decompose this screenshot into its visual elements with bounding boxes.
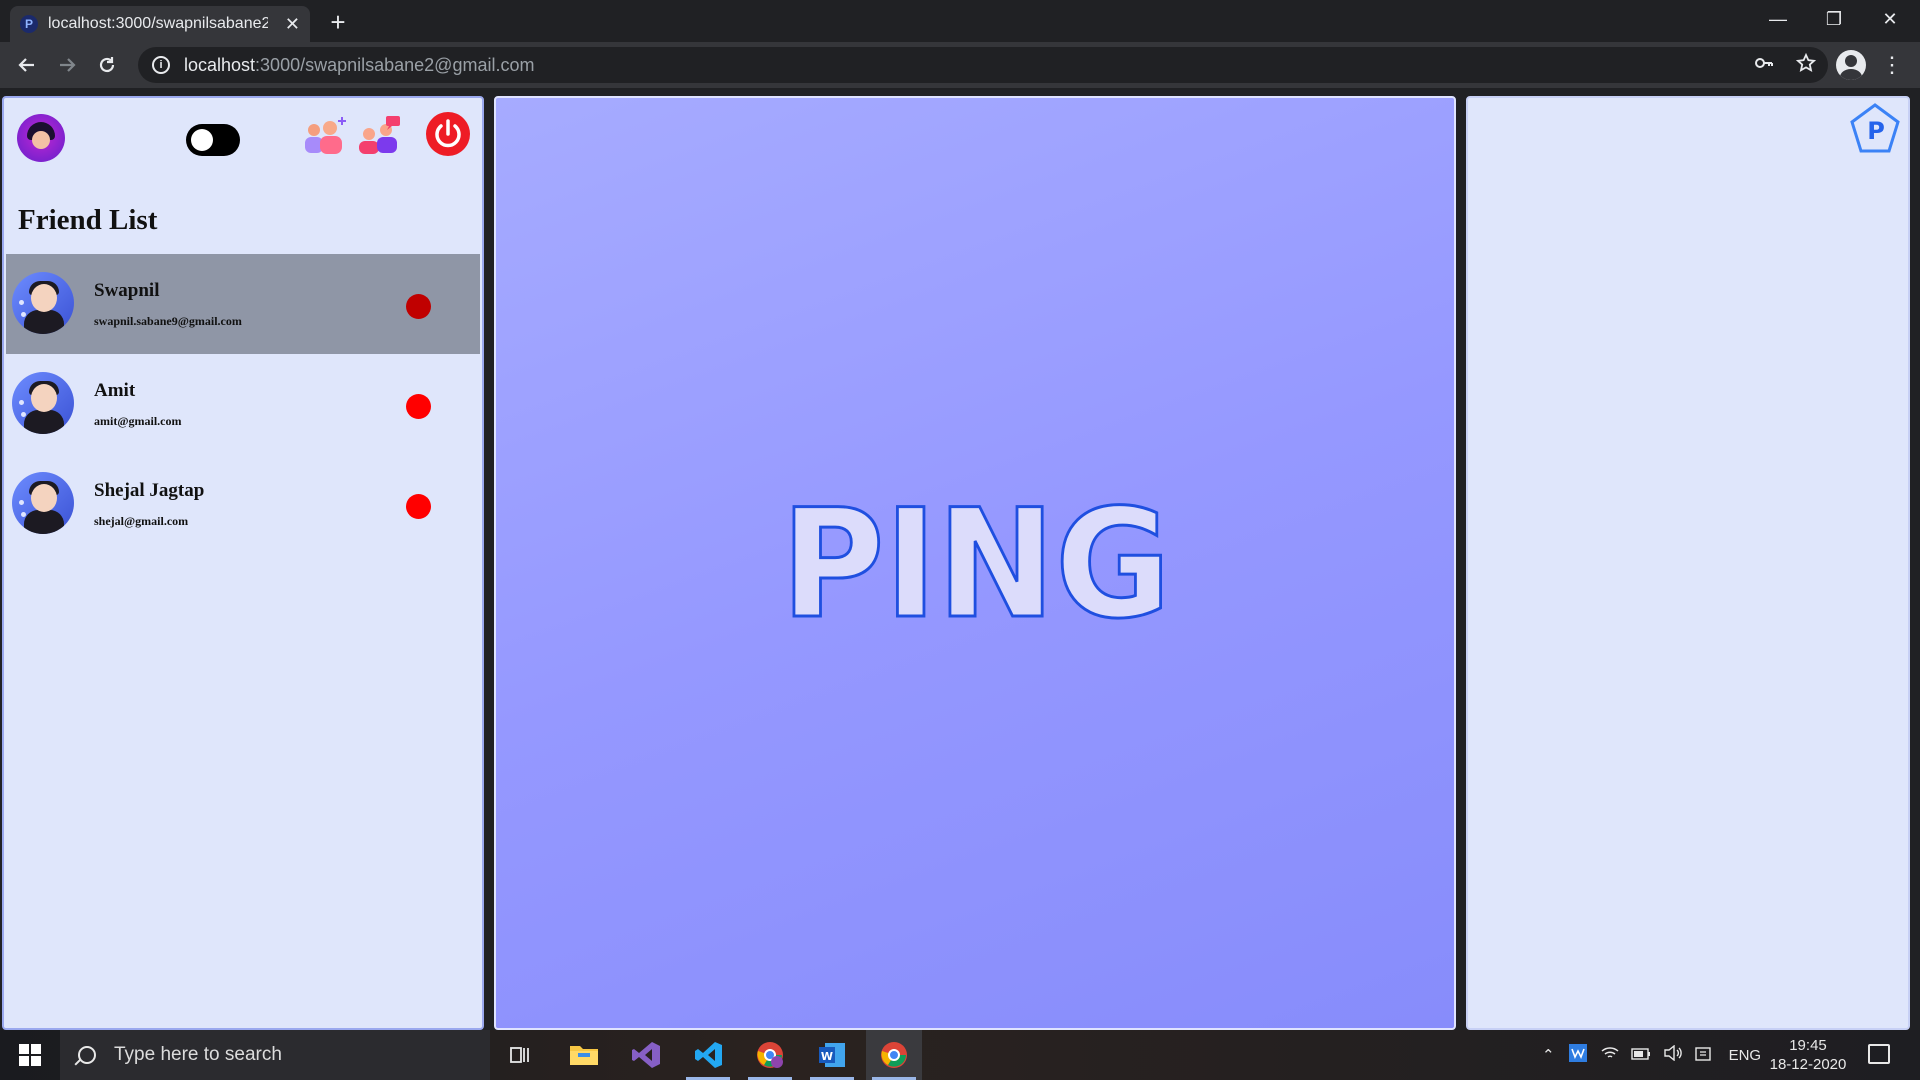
profile-avatar-icon[interactable] xyxy=(1836,50,1866,80)
clock[interactable]: 19:45 18-12-2020 xyxy=(1760,1036,1856,1074)
add-friend-icon[interactable] xyxy=(302,114,348,154)
friend-sidebar: Friend List Swapnil swapnil.sabane9@gmail… xyxy=(2,96,484,1030)
volume-icon[interactable] xyxy=(1663,1044,1683,1065)
task-view-button[interactable] xyxy=(492,1030,548,1080)
chrome-profile-button[interactable] xyxy=(742,1030,798,1080)
friend-email: swapnil.sabane9@gmail.com xyxy=(94,314,242,328)
ping-logo: PING xyxy=(780,498,1173,628)
reload-button[interactable] xyxy=(90,48,124,82)
favicon-icon: P xyxy=(20,15,38,33)
reload-icon xyxy=(99,57,115,73)
clock-date: 18-12-2020 xyxy=(1769,1056,1847,1073)
notification-icon[interactable] xyxy=(1868,1044,1890,1064)
toggle-knob xyxy=(191,129,213,151)
start-button[interactable] xyxy=(0,1030,60,1080)
app-tray-icon[interactable] xyxy=(1568,1044,1587,1066)
address-bar[interactable]: i localhost:3000/swapnilsabane2@gmail.co… xyxy=(138,47,1828,83)
friend-item[interactable]: Swapnil swapnil.sabane9@gmail.com xyxy=(6,254,480,354)
forward-arrow-icon xyxy=(60,58,76,72)
svg-text:W: W xyxy=(821,1050,833,1063)
back-arrow-icon xyxy=(18,58,34,72)
close-tab-icon[interactable]: ✕ xyxy=(285,14,300,35)
theme-toggle[interactable] xyxy=(186,124,240,156)
friend-avatar xyxy=(12,472,74,534)
battery-icon[interactable] xyxy=(1630,1047,1651,1064)
status-indicator xyxy=(406,394,431,419)
friend-name: Swapnil xyxy=(94,280,160,301)
logout-power-button[interactable] xyxy=(426,112,470,156)
windows-logo-icon xyxy=(19,1044,41,1066)
new-tab-button[interactable]: + xyxy=(322,6,354,38)
vscode-button[interactable] xyxy=(680,1030,736,1080)
browser-tabstrip: P localhost:3000/swapnilsabane2@ ✕ + — ❐… xyxy=(0,0,1920,42)
friend-name: Amit xyxy=(94,380,136,401)
friend-avatar xyxy=(12,372,74,434)
language-indicator[interactable]: ENG xyxy=(1729,1047,1762,1064)
friend-email: shejal@gmail.com xyxy=(94,514,189,528)
chrome-icon xyxy=(881,1042,907,1068)
clock-time: 19:45 xyxy=(1789,1037,1827,1054)
status-indicator xyxy=(406,294,431,319)
user-avatar[interactable] xyxy=(17,114,65,162)
word-button[interactable]: W xyxy=(804,1030,860,1080)
info-panel: P xyxy=(1466,96,1910,1030)
friend-item[interactable]: Shejal Jagtap shejal@gmail.com xyxy=(6,454,480,554)
taskbar-search[interactable]: Type here to search xyxy=(60,1030,490,1080)
search-icon xyxy=(78,1046,96,1064)
key-icon[interactable] xyxy=(1754,53,1774,78)
windows-taskbar: Type here to search W ⌃ ENG 19:45 18-12-… xyxy=(0,1030,1920,1080)
restore-button[interactable]: ❐ xyxy=(1806,0,1862,38)
meet-now-icon[interactable] xyxy=(1694,1045,1713,1065)
window-close-button[interactable]: ✕ xyxy=(1862,0,1918,38)
chrome-profile-icon xyxy=(757,1042,783,1068)
bookmark-star-icon[interactable] xyxy=(1795,52,1817,78)
power-icon xyxy=(435,119,461,148)
task-view-icon xyxy=(510,1047,529,1063)
system-tray: ⌃ ENG xyxy=(1542,1030,1761,1080)
file-explorer-button[interactable] xyxy=(556,1030,612,1080)
friend-list-title: Friend List xyxy=(18,204,158,236)
friend-item[interactable]: Amit amit@gmail.com xyxy=(6,354,480,454)
folder-icon xyxy=(570,1046,598,1065)
chrome-button[interactable] xyxy=(866,1030,922,1080)
word-icon: W xyxy=(819,1043,845,1067)
tab-title: localhost:3000/swapnilsabane2@ xyxy=(48,15,268,32)
visual-studio-button[interactable] xyxy=(618,1030,674,1080)
chevron-up-icon[interactable]: ⌃ xyxy=(1542,1046,1555,1064)
visual-studio-icon xyxy=(632,1042,660,1068)
friend-requests-icon[interactable] xyxy=(356,114,402,154)
site-info-icon[interactable]: i xyxy=(152,56,170,74)
brand-logo-icon: P xyxy=(1850,103,1900,153)
url-host: localhost xyxy=(184,54,256,75)
friend-avatar xyxy=(12,272,74,334)
back-button[interactable] xyxy=(10,48,44,82)
friend-email: amit@gmail.com xyxy=(94,414,182,428)
status-indicator xyxy=(406,494,431,519)
ping-logo-text: PING xyxy=(781,498,1171,628)
forward-button[interactable] xyxy=(50,48,84,82)
minimize-button[interactable]: — xyxy=(1750,0,1806,38)
kebab-menu-icon[interactable]: ⋮ xyxy=(1881,50,1903,80)
app-area: Friend List Swapnil swapnil.sabane9@gmail… xyxy=(0,88,1920,1030)
friend-name: Shejal Jagtap xyxy=(94,480,205,501)
wifi-icon[interactable] xyxy=(1601,1045,1619,1065)
browser-toolbar: i localhost:3000/swapnilsabane2@gmail.co… xyxy=(0,42,1920,88)
search-placeholder: Type here to search xyxy=(114,1044,282,1065)
chat-area: PING xyxy=(494,96,1456,1030)
vscode-icon xyxy=(695,1042,722,1068)
svg-text:P: P xyxy=(1867,117,1885,145)
url-path: :3000/swapnilsabane2@gmail.com xyxy=(255,54,535,75)
browser-tab[interactable]: P localhost:3000/swapnilsabane2@ ✕ xyxy=(10,6,310,42)
